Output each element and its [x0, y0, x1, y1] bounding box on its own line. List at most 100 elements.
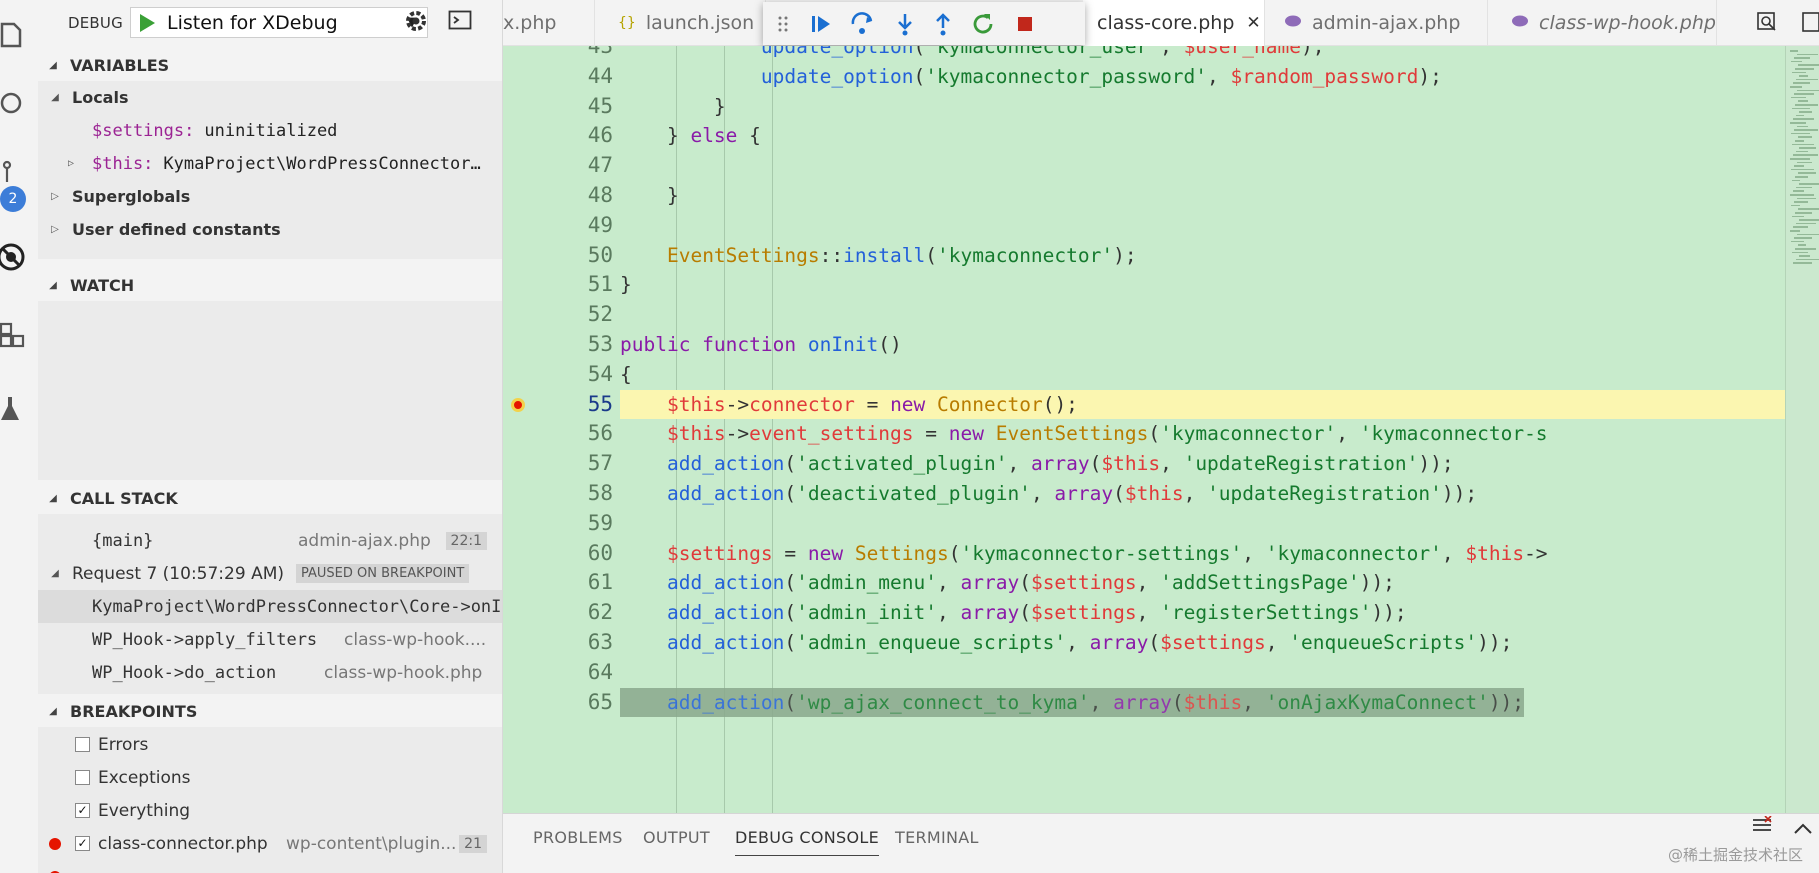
drag-grip-icon[interactable]	[769, 10, 797, 38]
chevron-right-icon: ▷	[51, 224, 59, 235]
line-number[interactable]: 64	[503, 658, 613, 688]
watch-section-header[interactable]: ◢ WATCH	[38, 269, 502, 301]
checkbox[interactable]	[75, 737, 90, 752]
locals-scope[interactable]: ◢ Locals	[38, 81, 502, 114]
close-icon[interactable]: ✕	[1246, 13, 1260, 33]
breakpoint-item[interactable]: ✓ Everything	[38, 794, 502, 827]
code-line[interactable]: $settings = new Settings('kymaconnector-…	[620, 539, 1548, 569]
debug-console-icon[interactable]	[448, 9, 476, 37]
debug-icon[interactable]	[0, 240, 30, 274]
breakpoints-section-header[interactable]: ◢ BREAKPOINTS	[38, 695, 502, 727]
restart-icon[interactable]	[969, 10, 997, 38]
code-line[interactable]: add_action('admin_enqueue_scripts', arra…	[620, 628, 1512, 658]
tab-problems[interactable]: PROBLEMS	[533, 828, 623, 847]
line-number[interactable]: 43	[503, 46, 613, 62]
stack-frame[interactable]: {main} admin-ajax.php 22:1	[38, 524, 502, 557]
tab-class-wp-hook-php[interactable]: class-wp-hook.php	[1489, 0, 1717, 46]
stack-frame-selected[interactable]: KymaProject\WordPressConnector\Core->onI…	[38, 590, 502, 623]
tab-debug-console[interactable]: DEBUG CONSOLE	[735, 828, 880, 856]
user-constants-scope[interactable]: ▷ User defined constants	[38, 213, 502, 246]
minimap-line	[1791, 132, 1810, 135]
line-number[interactable]: 48	[503, 181, 613, 211]
line-number[interactable]: 58	[503, 479, 613, 509]
code-line[interactable]: update_option('kymaconnector_user', $use…	[620, 46, 1325, 62]
clear-console-icon[interactable]	[1751, 815, 1775, 838]
line-number[interactable]: 60	[503, 539, 613, 569]
code-line[interactable]: add_action('activated_plugin', array($th…	[620, 449, 1454, 479]
code-line[interactable]: update_option('kymaconnector_password', …	[620, 62, 1442, 92]
breakpoint-item-partial[interactable]	[38, 860, 502, 873]
breakpoint-current-icon[interactable]	[511, 397, 525, 412]
code-line[interactable]: add_action('deactivated_plugin', array($…	[620, 479, 1477, 509]
step-out-icon[interactable]	[929, 10, 957, 38]
tab-terminal[interactable]: TERMINAL	[895, 828, 979, 847]
line-number[interactable]: 44	[503, 62, 613, 92]
line-number[interactable]: 47	[503, 151, 613, 181]
tab-class-core-php[interactable]: class-core.php ✕	[1083, 0, 1265, 46]
checkbox-checked[interactable]: ✓	[75, 803, 90, 818]
launch-config-select[interactable]: Listen for XDebug ▼	[130, 7, 428, 38]
minimap[interactable]	[1785, 46, 1819, 813]
flask-icon[interactable]	[0, 392, 30, 426]
line-number[interactable]: 63	[503, 628, 613, 658]
line-number[interactable]: 50	[503, 241, 613, 271]
code-line[interactable]: }	[620, 92, 726, 122]
code-line[interactable]: add_action('admin_menu', array($settings…	[620, 568, 1395, 598]
code-line[interactable]: } else {	[620, 121, 761, 151]
line-number[interactable]: 51	[503, 270, 613, 300]
line-number[interactable]: 65	[503, 688, 613, 718]
variable-item[interactable]: $settings: uninitialized	[38, 114, 502, 147]
code-line[interactable]: add_action('admin_init', array($settings…	[620, 598, 1407, 628]
line-number[interactable]: 57	[503, 449, 613, 479]
code-line[interactable]: add_action('wp_ajax_connect_to_kyma', ar…	[620, 687, 1525, 718]
line-number[interactable]: 49	[503, 211, 613, 241]
tab-php-file[interactable]: x.php	[503, 0, 595, 46]
stack-frame[interactable]: WP_Hook->do_action class-wp-hook.php	[38, 656, 502, 689]
line-number[interactable]: 55	[503, 390, 613, 420]
gear-icon[interactable]	[404, 9, 432, 37]
start-debugging-icon[interactable]	[131, 8, 163, 37]
search-icon[interactable]	[0, 88, 30, 122]
checkbox[interactable]	[75, 770, 90, 785]
code-editor[interactable]: 43 44 45 46 47 48 49 50 51 52 53 54 55 56 57 58 59 60 61 62…	[503, 46, 1819, 813]
code-line[interactable]: EventSettings::install('kymaconnector');	[620, 241, 1137, 271]
breakpoint-item[interactable]: Exceptions	[38, 761, 502, 794]
line-number[interactable]: 59	[503, 509, 613, 539]
code-line[interactable]: $this->connector = new Connector();	[620, 390, 1078, 420]
checkbox-checked[interactable]: ✓	[75, 836, 90, 851]
variable-item[interactable]: ▷ $this: KymaProject\WordPressConnector…	[38, 147, 502, 180]
request-thread[interactable]: ◢ Request 7 (10:57:29 AM) PAUSED ON BREA…	[38, 557, 502, 590]
step-over-icon[interactable]	[849, 10, 877, 38]
line-number[interactable]: 52	[503, 300, 613, 330]
files-icon[interactable]	[0, 16, 30, 50]
tab-launch-json[interactable]: {} launch.json	[596, 0, 766, 46]
chevron-up-icon[interactable]	[1793, 820, 1815, 838]
line-number[interactable]: 56	[503, 419, 613, 449]
line-number[interactable]: 45	[503, 92, 613, 122]
open-changes-icon[interactable]	[1755, 10, 1783, 38]
code-line[interactable]: public function onInit()	[620, 330, 902, 360]
line-number[interactable]: 61	[503, 568, 613, 598]
code-line[interactable]: $this->event_settings = new EventSetting…	[620, 419, 1548, 449]
breakpoint-item[interactable]: Errors	[38, 728, 502, 761]
code-line[interactable]: }	[620, 270, 632, 300]
continue-icon[interactable]	[807, 10, 835, 38]
step-into-icon[interactable]	[891, 10, 919, 38]
code-line[interactable]: }	[620, 181, 679, 211]
tab-output[interactable]: OUTPUT	[643, 828, 710, 847]
tab-admin-ajax-php[interactable]: admin-ajax.php	[1266, 0, 1488, 46]
line-number[interactable]: 53	[503, 330, 613, 360]
extensions-icon[interactable]	[0, 318, 30, 352]
line-number[interactable]: 62	[503, 598, 613, 628]
line-number[interactable]: 54	[503, 360, 613, 390]
source-control-icon[interactable]	[0, 155, 30, 189]
line-number[interactable]: 46	[503, 121, 613, 151]
stop-icon[interactable]	[1011, 10, 1039, 38]
stack-frame[interactable]: WP_Hook->apply_filters class-wp-hook....	[38, 623, 502, 656]
superglobals-scope[interactable]: ▷ Superglobals	[38, 180, 502, 213]
breakpoint-item[interactable]: ✓ class-connector.php wp-content\plugin.…	[38, 827, 502, 860]
call-stack-section-header[interactable]: ◢ CALL STACK	[38, 482, 502, 514]
split-editor-icon[interactable]	[1801, 10, 1819, 38]
variables-section-header[interactable]: ◢ VARIABLES	[38, 49, 502, 81]
code-line[interactable]: {	[620, 360, 632, 390]
